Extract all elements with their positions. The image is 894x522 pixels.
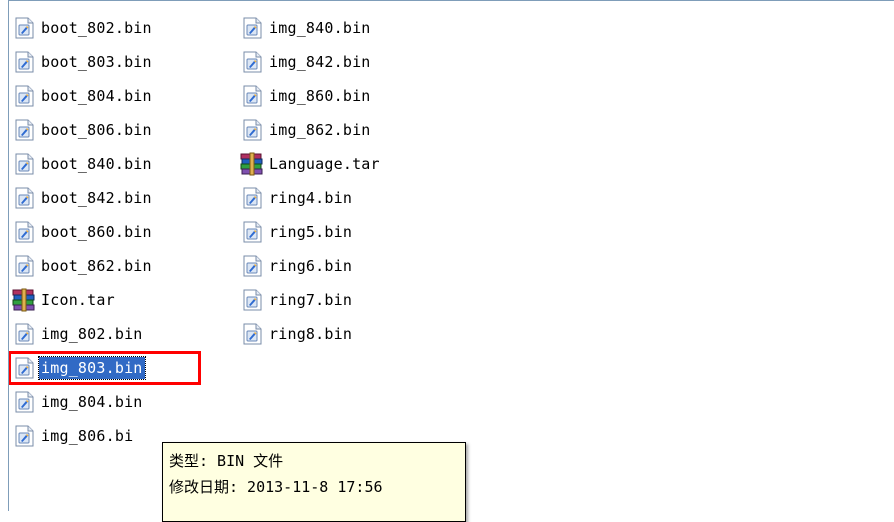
file-name: boot_842.bin <box>41 189 152 207</box>
file-icon <box>11 320 37 348</box>
file-item[interactable]: ring4.bin <box>239 181 479 215</box>
file-item[interactable]: img_842.bin <box>239 45 479 79</box>
file-icon <box>11 116 37 144</box>
file-item[interactable]: img_840.bin <box>239 11 479 45</box>
file-name: img_842.bin <box>269 53 371 71</box>
file-icon <box>239 82 265 110</box>
file-name: ring4.bin <box>269 189 353 207</box>
file-name: boot_804.bin <box>41 87 152 105</box>
file-icon <box>11 218 37 246</box>
file-item[interactable]: Icon.tar <box>11 283 237 317</box>
file-item[interactable]: boot_804.bin <box>11 79 237 113</box>
file-column-1: boot_802.bin boot_803.bin boot_804.binboot… <box>9 11 237 453</box>
file-name: img_803.bin <box>38 356 146 380</box>
file-name: boot_860.bin <box>41 223 152 241</box>
file-icon <box>239 286 265 314</box>
file-item[interactable]: boot_842.bin <box>11 181 237 215</box>
tooltip-modified: 修改日期: 2013-11-8 17:56 <box>169 478 383 496</box>
tooltip-type: 类型: BIN 文件 <box>169 452 284 470</box>
file-name: ring7.bin <box>269 291 353 309</box>
file-icon <box>11 388 37 416</box>
file-item[interactable]: ring7.bin <box>239 283 479 317</box>
file-icon <box>11 252 37 280</box>
file-item[interactable]: boot_802.bin <box>11 11 237 45</box>
file-name: img_860.bin <box>269 87 371 105</box>
file-item[interactable]: img_804.bin <box>11 385 237 419</box>
file-item[interactable]: boot_862.bin <box>11 249 237 283</box>
file-item[interactable]: img_862.bin <box>239 113 479 147</box>
file-icon <box>11 184 37 212</box>
file-icon <box>239 184 265 212</box>
file-name: ring5.bin <box>269 223 353 241</box>
file-name: img_840.bin <box>269 19 371 37</box>
file-item[interactable]: boot_803.bin <box>11 45 237 79</box>
file-name: img_806.bi <box>41 427 134 445</box>
file-icon <box>11 150 37 178</box>
file-name: boot_803.bin <box>41 53 152 71</box>
file-name: Language.tar <box>269 155 380 173</box>
file-name: img_802.bin <box>41 325 143 343</box>
file-list-pane[interactable]: boot_802.bin boot_803.bin boot_804.binboot… <box>8 0 894 511</box>
file-icon <box>11 82 37 110</box>
file-item[interactable]: ring6.bin <box>239 249 479 283</box>
file-column-2: img_840.bin img_842.bin img_860.bin img_862… <box>239 11 479 351</box>
file-name: ring8.bin <box>269 325 353 343</box>
file-icon <box>239 320 265 348</box>
file-name: img_862.bin <box>269 121 371 139</box>
file-icon <box>11 14 37 42</box>
file-icon <box>239 116 265 144</box>
file-name: ring6.bin <box>269 257 353 275</box>
file-icon <box>239 14 265 42</box>
file-icon <box>239 48 265 76</box>
file-item[interactable]: img_802.bin <box>11 317 237 351</box>
file-name: boot_862.bin <box>41 257 152 275</box>
file-name: img_804.bin <box>41 393 143 411</box>
file-name: boot_806.bin <box>41 121 152 139</box>
file-icon <box>239 252 265 280</box>
file-icon <box>11 354 37 382</box>
file-info-tooltip: 类型: BIN 文件 修改日期: 2013-11-8 17:56 <box>162 442 466 522</box>
archive-icon <box>11 286 37 314</box>
file-item[interactable]: boot_860.bin <box>11 215 237 249</box>
file-name: boot_840.bin <box>41 155 152 173</box>
file-item[interactable]: img_803.bin <box>9 351 237 385</box>
file-name: Icon.tar <box>41 291 115 309</box>
file-icon <box>11 48 37 76</box>
file-icon <box>11 422 37 450</box>
file-item[interactable]: boot_806.bin <box>11 113 237 147</box>
file-item[interactable]: boot_840.bin <box>11 147 237 181</box>
file-name: boot_802.bin <box>41 19 152 37</box>
file-item[interactable]: ring5.bin <box>239 215 479 249</box>
file-item[interactable]: img_860.bin <box>239 79 479 113</box>
file-item[interactable]: Language.tar <box>239 147 479 181</box>
file-icon <box>239 218 265 246</box>
archive-icon <box>239 150 265 178</box>
file-item[interactable]: ring8.bin <box>239 317 479 351</box>
